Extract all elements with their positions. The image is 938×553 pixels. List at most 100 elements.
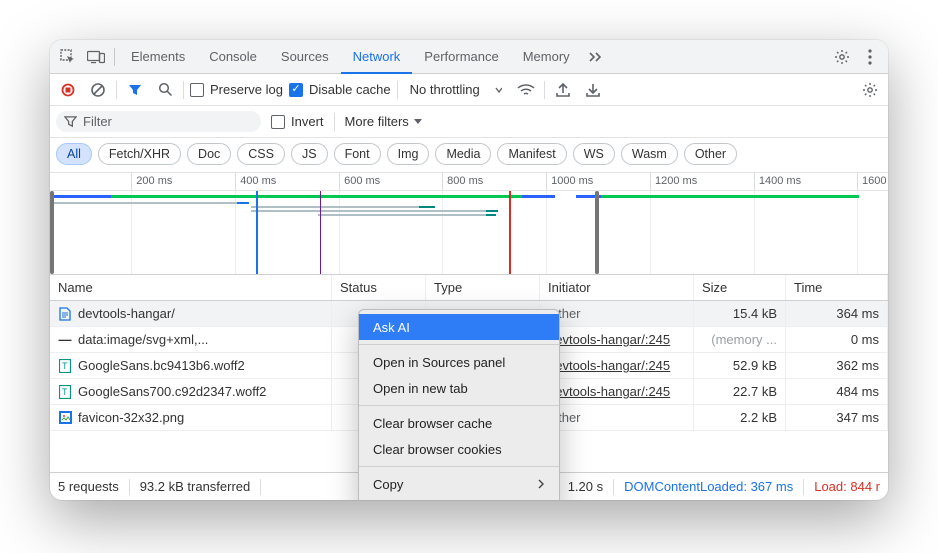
status-transferred: 93.2 kB transferred — [140, 479, 251, 494]
chip-js[interactable]: JS — [291, 143, 328, 165]
throttling-label: No throttling — [410, 82, 480, 97]
status-dcl: DOMContentLoaded: 367 ms — [624, 479, 793, 494]
network-toolbar: Preserve log ✓ Disable cache No throttli… — [50, 74, 888, 106]
col-size[interactable]: Size — [694, 275, 786, 300]
dash-icon: — — [58, 333, 72, 347]
resource-type-filters: All Fetch/XHR Doc CSS JS Font Img Media … — [50, 138, 888, 173]
chip-all[interactable]: All — [56, 143, 92, 165]
import-har-icon[interactable] — [581, 78, 605, 102]
disable-cache-label: Disable cache — [309, 82, 391, 97]
ruler-tick: 1000 ms — [546, 173, 593, 190]
row-name: GoogleSans.bc9413b6.woff2 — [78, 358, 245, 373]
disable-cache-checkbox[interactable]: ✓ Disable cache — [289, 82, 391, 97]
row-size: 2.2 kB — [694, 405, 786, 430]
row-name: favicon-32x32.png — [78, 410, 184, 425]
row-initiator[interactable]: devtools-hangar/:245 — [540, 327, 694, 352]
device-toggle-icon[interactable] — [83, 44, 109, 70]
row-size: (memory ... — [694, 327, 786, 352]
chip-css[interactable]: CSS — [237, 143, 285, 165]
row-name: data:image/svg+xml,... — [78, 332, 208, 347]
invert-checkbox[interactable]: Invert — [271, 114, 324, 129]
row-time: 0 ms — [786, 327, 888, 352]
ctx-clear-cookies[interactable]: Clear browser cookies — [359, 436, 559, 462]
status-load: Load: 844 r — [814, 479, 880, 494]
devtools-window: Elements Console Sources Network Perform… — [50, 40, 888, 500]
chip-doc[interactable]: Doc — [187, 143, 231, 165]
row-size: 15.4 kB — [694, 301, 786, 326]
row-size: 22.7 kB — [694, 379, 786, 404]
tab-elements[interactable]: Elements — [119, 40, 197, 74]
timeline-overview[interactable] — [50, 191, 888, 275]
image-icon — [58, 411, 72, 425]
col-initiator[interactable]: Initiator — [540, 275, 694, 300]
funnel-icon — [64, 115, 77, 128]
col-status[interactable]: Status — [332, 275, 426, 300]
tab-network[interactable]: Network — [341, 40, 413, 74]
ctx-open-sources[interactable]: Open in Sources panel — [359, 349, 559, 375]
filter-bar: Filter Invert More filters — [50, 106, 888, 138]
svg-text:T: T — [62, 361, 68, 371]
inspect-icon[interactable] — [55, 44, 81, 70]
filter-toggle-icon[interactable] — [123, 78, 147, 102]
row-initiator[interactable]: devtools-hangar/:245 — [540, 353, 694, 378]
ruler-tick: 1600 — [857, 173, 886, 190]
context-menu: Ask AI Open in Sources panel Open in new… — [358, 309, 560, 500]
ctx-copy-label: Copy — [373, 477, 403, 492]
chip-wasm[interactable]: Wasm — [621, 143, 678, 165]
ruler-tick: 800 ms — [442, 173, 483, 190]
status-requests: 5 requests — [58, 479, 119, 494]
chip-media[interactable]: Media — [435, 143, 491, 165]
ruler-tick: 1200 ms — [650, 173, 697, 190]
svg-text:T: T — [62, 387, 68, 397]
panel-settings-icon[interactable] — [858, 78, 882, 102]
document-icon — [58, 307, 72, 321]
ruler-tick: 600 ms — [339, 173, 380, 190]
network-conditions-icon[interactable] — [514, 78, 538, 102]
row-size: 52.9 kB — [694, 353, 786, 378]
invert-label: Invert — [291, 114, 324, 129]
col-time[interactable]: Time — [786, 275, 888, 300]
clear-button[interactable] — [86, 78, 110, 102]
settings-icon[interactable] — [829, 44, 855, 70]
more-filters-button[interactable]: More filters — [345, 114, 423, 129]
ruler-tick: 1400 ms — [754, 173, 801, 190]
ctx-open-tab[interactable]: Open in new tab — [359, 375, 559, 401]
font-icon: T — [58, 359, 72, 373]
chip-fetchxhr[interactable]: Fetch/XHR — [98, 143, 181, 165]
preserve-log-label: Preserve log — [210, 82, 283, 97]
filter-input[interactable]: Filter — [56, 111, 261, 132]
export-har-icon[interactable] — [551, 78, 575, 102]
table-header: Name Status Type Initiator Size Time — [50, 275, 888, 301]
col-type[interactable]: Type — [426, 275, 540, 300]
tab-memory[interactable]: Memory — [511, 40, 582, 74]
ruler-tick: 400 ms — [235, 173, 276, 190]
more-tabs-icon[interactable] — [583, 44, 609, 70]
record-button[interactable] — [56, 78, 80, 102]
chip-font[interactable]: Font — [334, 143, 381, 165]
throttling-selector[interactable]: No throttling — [404, 80, 508, 99]
ctx-clear-cache[interactable]: Clear browser cache — [359, 410, 559, 436]
timeline-ruler: 200 ms 400 ms 600 ms 800 ms 1000 ms 1200… — [50, 173, 888, 191]
devtools-tabbar: Elements Console Sources Network Perform… — [50, 40, 888, 74]
ctx-copy[interactable]: Copy — [359, 471, 559, 497]
row-initiator: Other — [540, 405, 694, 430]
chip-manifest[interactable]: Manifest — [497, 143, 566, 165]
search-icon[interactable] — [153, 78, 177, 102]
ctx-ask-ai[interactable]: Ask AI — [359, 314, 559, 340]
row-initiator: Other — [540, 301, 694, 326]
kebab-menu-icon[interactable] — [857, 44, 883, 70]
row-name: devtools-hangar/ — [78, 306, 175, 321]
font-icon: T — [58, 385, 72, 399]
tab-console[interactable]: Console — [197, 40, 269, 74]
chip-ws[interactable]: WS — [573, 143, 615, 165]
row-time: 364 ms — [786, 301, 888, 326]
row-time: 484 ms — [786, 379, 888, 404]
tab-sources[interactable]: Sources — [269, 40, 341, 74]
chevron-right-icon — [537, 479, 545, 489]
chip-img[interactable]: Img — [387, 143, 430, 165]
preserve-log-checkbox[interactable]: Preserve log — [190, 82, 283, 97]
row-initiator[interactable]: devtools-hangar/:245 — [540, 379, 694, 404]
col-name[interactable]: Name — [50, 275, 332, 300]
tab-performance[interactable]: Performance — [412, 40, 510, 74]
chip-other[interactable]: Other — [684, 143, 737, 165]
